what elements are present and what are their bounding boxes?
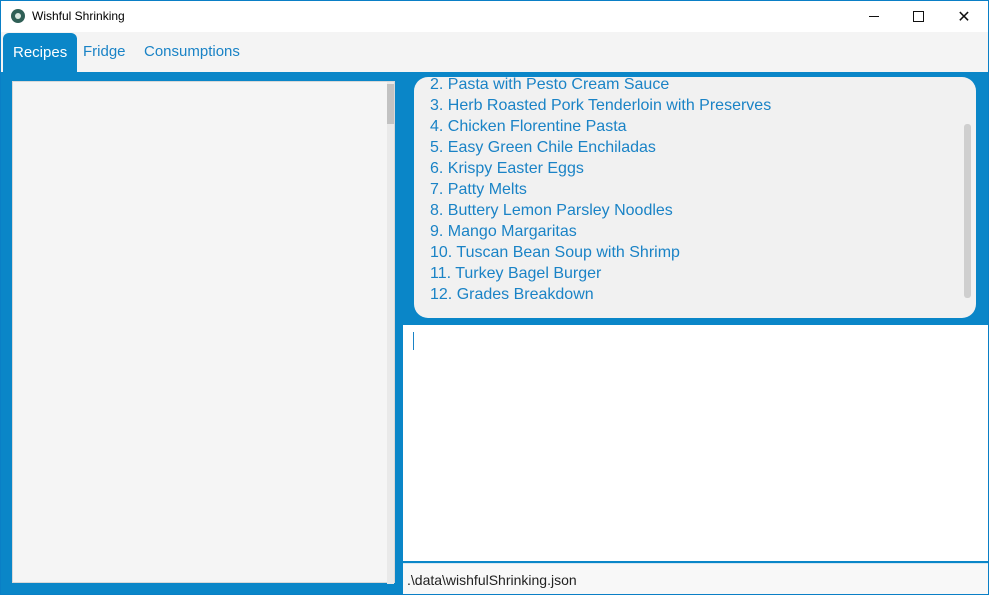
text-caret <box>413 332 414 350</box>
result-line: 8. Buttery Lemon Parsley Noodles <box>430 202 673 219</box>
window-title: Wishful Shrinking <box>32 9 125 23</box>
storage-path: .\data\wishfulShrinking.json <box>407 572 577 588</box>
status-bar: .\data\wishfulShrinking.json <box>403 563 988 594</box>
result-display[interactable]: 2. Pasta with Pesto Cream Sauce 3. Herb … <box>414 77 976 318</box>
recipe-list-scroll-thumb[interactable] <box>387 84 394 124</box>
close-icon: ✕ <box>957 6 971 26</box>
result-line: 3. Herb Roasted Pork Tenderloin with Pre… <box>430 97 772 114</box>
title-bar: Wishful Shrinking ✕ <box>1 1 988 32</box>
tab-consumptions[interactable]: Consumptions <box>134 32 250 72</box>
tab-recipes[interactable]: Recipes <box>3 33 78 72</box>
command-input[interactable] <box>403 325 988 561</box>
close-button[interactable]: ✕ <box>941 1 987 32</box>
result-line: 5. Easy Green Chile Enchiladas <box>430 139 656 156</box>
minimize-button[interactable] <box>851 1 897 32</box>
app-logo-icon <box>11 9 25 23</box>
result-scrollbar[interactable] <box>964 124 971 298</box>
result-line: 2. Pasta with Pesto Cream Sauce <box>430 77 670 93</box>
result-line: 11. Turkey Bagel Burger <box>430 265 602 282</box>
app-window: Wishful Shrinking ✕ Recipes Fridge Consu… <box>0 0 989 595</box>
result-line: 4. Chicken Florentine Pasta <box>430 118 627 135</box>
maximize-button[interactable] <box>895 1 941 32</box>
result-line: 7. Patty Melts <box>430 181 527 198</box>
result-line: 10. Tuscan Bean Soup with Shrimp <box>430 244 680 261</box>
result-line: 6. Krispy Easter Eggs <box>430 160 584 177</box>
recipe-list-panel[interactable] <box>12 81 395 584</box>
result-text: 2. Pasta with Pesto Cream Sauce 3. Herb … <box>430 77 950 305</box>
recipe-list-scrollbar[interactable] <box>387 82 394 584</box>
minimize-icon <box>869 16 879 17</box>
tab-bar: Recipes Fridge Consumptions <box>1 32 988 72</box>
tab-fridge[interactable]: Fridge <box>73 32 136 72</box>
result-line: 9. Mango Margaritas <box>430 223 577 240</box>
maximize-icon <box>912 11 924 22</box>
result-line: 12. Grades Breakdown <box>430 286 594 303</box>
